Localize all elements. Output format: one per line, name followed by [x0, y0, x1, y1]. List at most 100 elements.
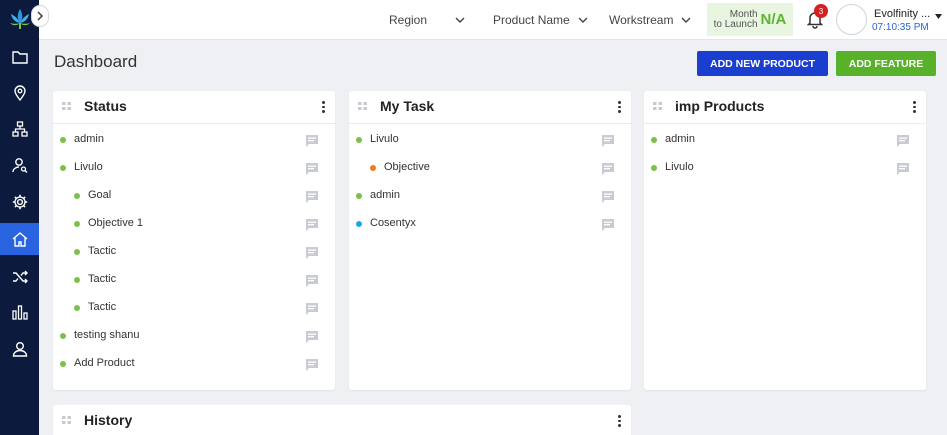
product-name-filter[interactable]: Product Name: [493, 0, 588, 40]
status-dot: [60, 361, 66, 367]
list-item-label[interactable]: admin: [370, 189, 400, 201]
list-item[interactable]: testing shanu: [53, 322, 335, 350]
list-item[interactable]: Goal: [53, 182, 335, 210]
sidebar-item-shuffle[interactable]: [0, 261, 39, 293]
kebab-menu-icon[interactable]: [618, 415, 622, 429]
drag-handle-icon[interactable]: [358, 101, 368, 111]
month-to-launch-value: N/A: [760, 11, 787, 28]
list-item[interactable]: Objective 1: [53, 210, 335, 238]
sidebar-item-profile[interactable]: [0, 333, 39, 365]
kebab-menu-icon[interactable]: [618, 101, 622, 115]
comment-icon[interactable]: [306, 331, 320, 344]
list-item-label[interactable]: admin: [665, 133, 695, 145]
list-item-label[interactable]: Livulo: [74, 161, 103, 173]
kebab-menu-icon[interactable]: [913, 101, 917, 115]
list-item[interactable]: Livulo: [644, 154, 926, 182]
drag-handle-icon[interactable]: [62, 101, 72, 111]
comment-icon[interactable]: [306, 275, 320, 288]
list-item-label[interactable]: Objective: [384, 161, 430, 173]
month-to-launch: Month to Launch N/A: [707, 3, 793, 36]
sidebar-item-hierarchy[interactable]: [0, 113, 39, 145]
comment-icon[interactable]: [897, 163, 911, 176]
sidebar-toggle-button[interactable]: [31, 5, 49, 27]
chevron-right-icon: [37, 11, 43, 21]
page-title: Dashboard: [54, 52, 138, 71]
sidebar-item-home[interactable]: [0, 223, 39, 255]
notification-badge: 3: [814, 4, 828, 18]
my-task-card: My Task Livulo Objective admin Cosentyx: [349, 91, 631, 390]
list-item[interactable]: admin: [349, 182, 631, 210]
list-item[interactable]: Add Product: [53, 350, 335, 378]
list-item[interactable]: admin: [53, 126, 335, 154]
comment-icon[interactable]: [306, 163, 320, 176]
list-item[interactable]: Tactic: [53, 238, 335, 266]
list-item[interactable]: Livulo: [53, 154, 335, 182]
drag-handle-icon[interactable]: [62, 415, 72, 425]
status-dot: [356, 137, 362, 143]
list-item[interactable]: admin: [644, 126, 926, 154]
comment-icon[interactable]: [602, 163, 616, 176]
list-item-label[interactable]: admin: [74, 133, 104, 145]
sidebar-item-location[interactable]: [0, 77, 39, 109]
caret-down-icon[interactable]: [935, 14, 942, 19]
gear-icon: [12, 194, 27, 210]
comment-icon[interactable]: [306, 359, 320, 372]
comment-icon[interactable]: [306, 303, 320, 316]
status-dot: [74, 193, 80, 199]
my-task-card-title: My Task: [380, 98, 435, 114]
region-filter[interactable]: Region: [389, 0, 465, 40]
list-item[interactable]: Cosentyx: [349, 210, 631, 238]
status-dot: [74, 305, 80, 311]
comment-icon[interactable]: [602, 135, 616, 148]
list-item-label[interactable]: Tactic: [88, 273, 116, 285]
chevron-down-icon: [681, 17, 691, 23]
list-item-label[interactable]: Cosentyx: [370, 217, 416, 229]
list-item-label[interactable]: Livulo: [370, 133, 399, 145]
map-pin-icon: [13, 85, 26, 102]
region-filter-label: Region: [389, 13, 428, 27]
history-card-title: History: [84, 412, 133, 428]
sidebar-item-user-search[interactable]: [0, 149, 39, 181]
status-dot: [356, 193, 362, 199]
sidebar-item-analytics[interactable]: [0, 296, 39, 328]
user-name[interactable]: Evolfinity ...: [874, 8, 930, 20]
list-item-label[interactable]: testing shanu: [74, 329, 139, 341]
list-item-label[interactable]: Goal: [88, 189, 111, 201]
list-item[interactable]: Tactic: [53, 294, 335, 322]
kebab-menu-icon[interactable]: [322, 101, 326, 115]
status-dot: [60, 137, 66, 143]
product-name-filter-label: Product Name: [493, 13, 570, 27]
comment-icon[interactable]: [306, 135, 320, 148]
add-new-product-button[interactable]: ADD NEW PRODUCT: [697, 51, 828, 76]
comment-icon[interactable]: [306, 247, 320, 260]
chevron-down-icon: [455, 17, 465, 23]
list-item-label[interactable]: Tactic: [88, 245, 116, 257]
status-card-header: Status: [53, 91, 335, 124]
comment-icon[interactable]: [602, 219, 616, 232]
drag-handle-icon[interactable]: [653, 101, 663, 111]
list-item-label[interactable]: Livulo: [665, 161, 694, 173]
sidebar-item-folder[interactable]: [0, 41, 39, 73]
status-dot: [74, 249, 80, 255]
add-feature-button[interactable]: ADD FEATURE: [836, 51, 936, 76]
comment-icon[interactable]: [897, 135, 911, 148]
shuffle-icon: [12, 270, 28, 284]
list-item[interactable]: Tactic: [53, 266, 335, 294]
list-item-label[interactable]: Objective 1: [88, 217, 143, 229]
status-dot: [74, 277, 80, 283]
status-dot: [370, 165, 376, 171]
list-item-label[interactable]: Tactic: [88, 301, 116, 313]
workstream-filter[interactable]: Workstream: [609, 0, 691, 40]
comment-icon[interactable]: [306, 219, 320, 232]
home-icon: [12, 232, 27, 247]
user-search-icon: [11, 158, 27, 173]
avatar[interactable]: [836, 4, 867, 35]
comment-icon[interactable]: [306, 191, 320, 204]
list-item[interactable]: Objective: [349, 154, 631, 182]
comment-icon[interactable]: [602, 191, 616, 204]
bar-chart-icon: [11, 305, 28, 320]
status-card: Status admin Livulo Goal Objective 1 Tactic T…: [53, 91, 335, 390]
sidebar-item-settings[interactable]: [0, 186, 39, 218]
list-item-label[interactable]: Add Product: [74, 357, 135, 369]
list-item[interactable]: Livulo: [349, 126, 631, 154]
